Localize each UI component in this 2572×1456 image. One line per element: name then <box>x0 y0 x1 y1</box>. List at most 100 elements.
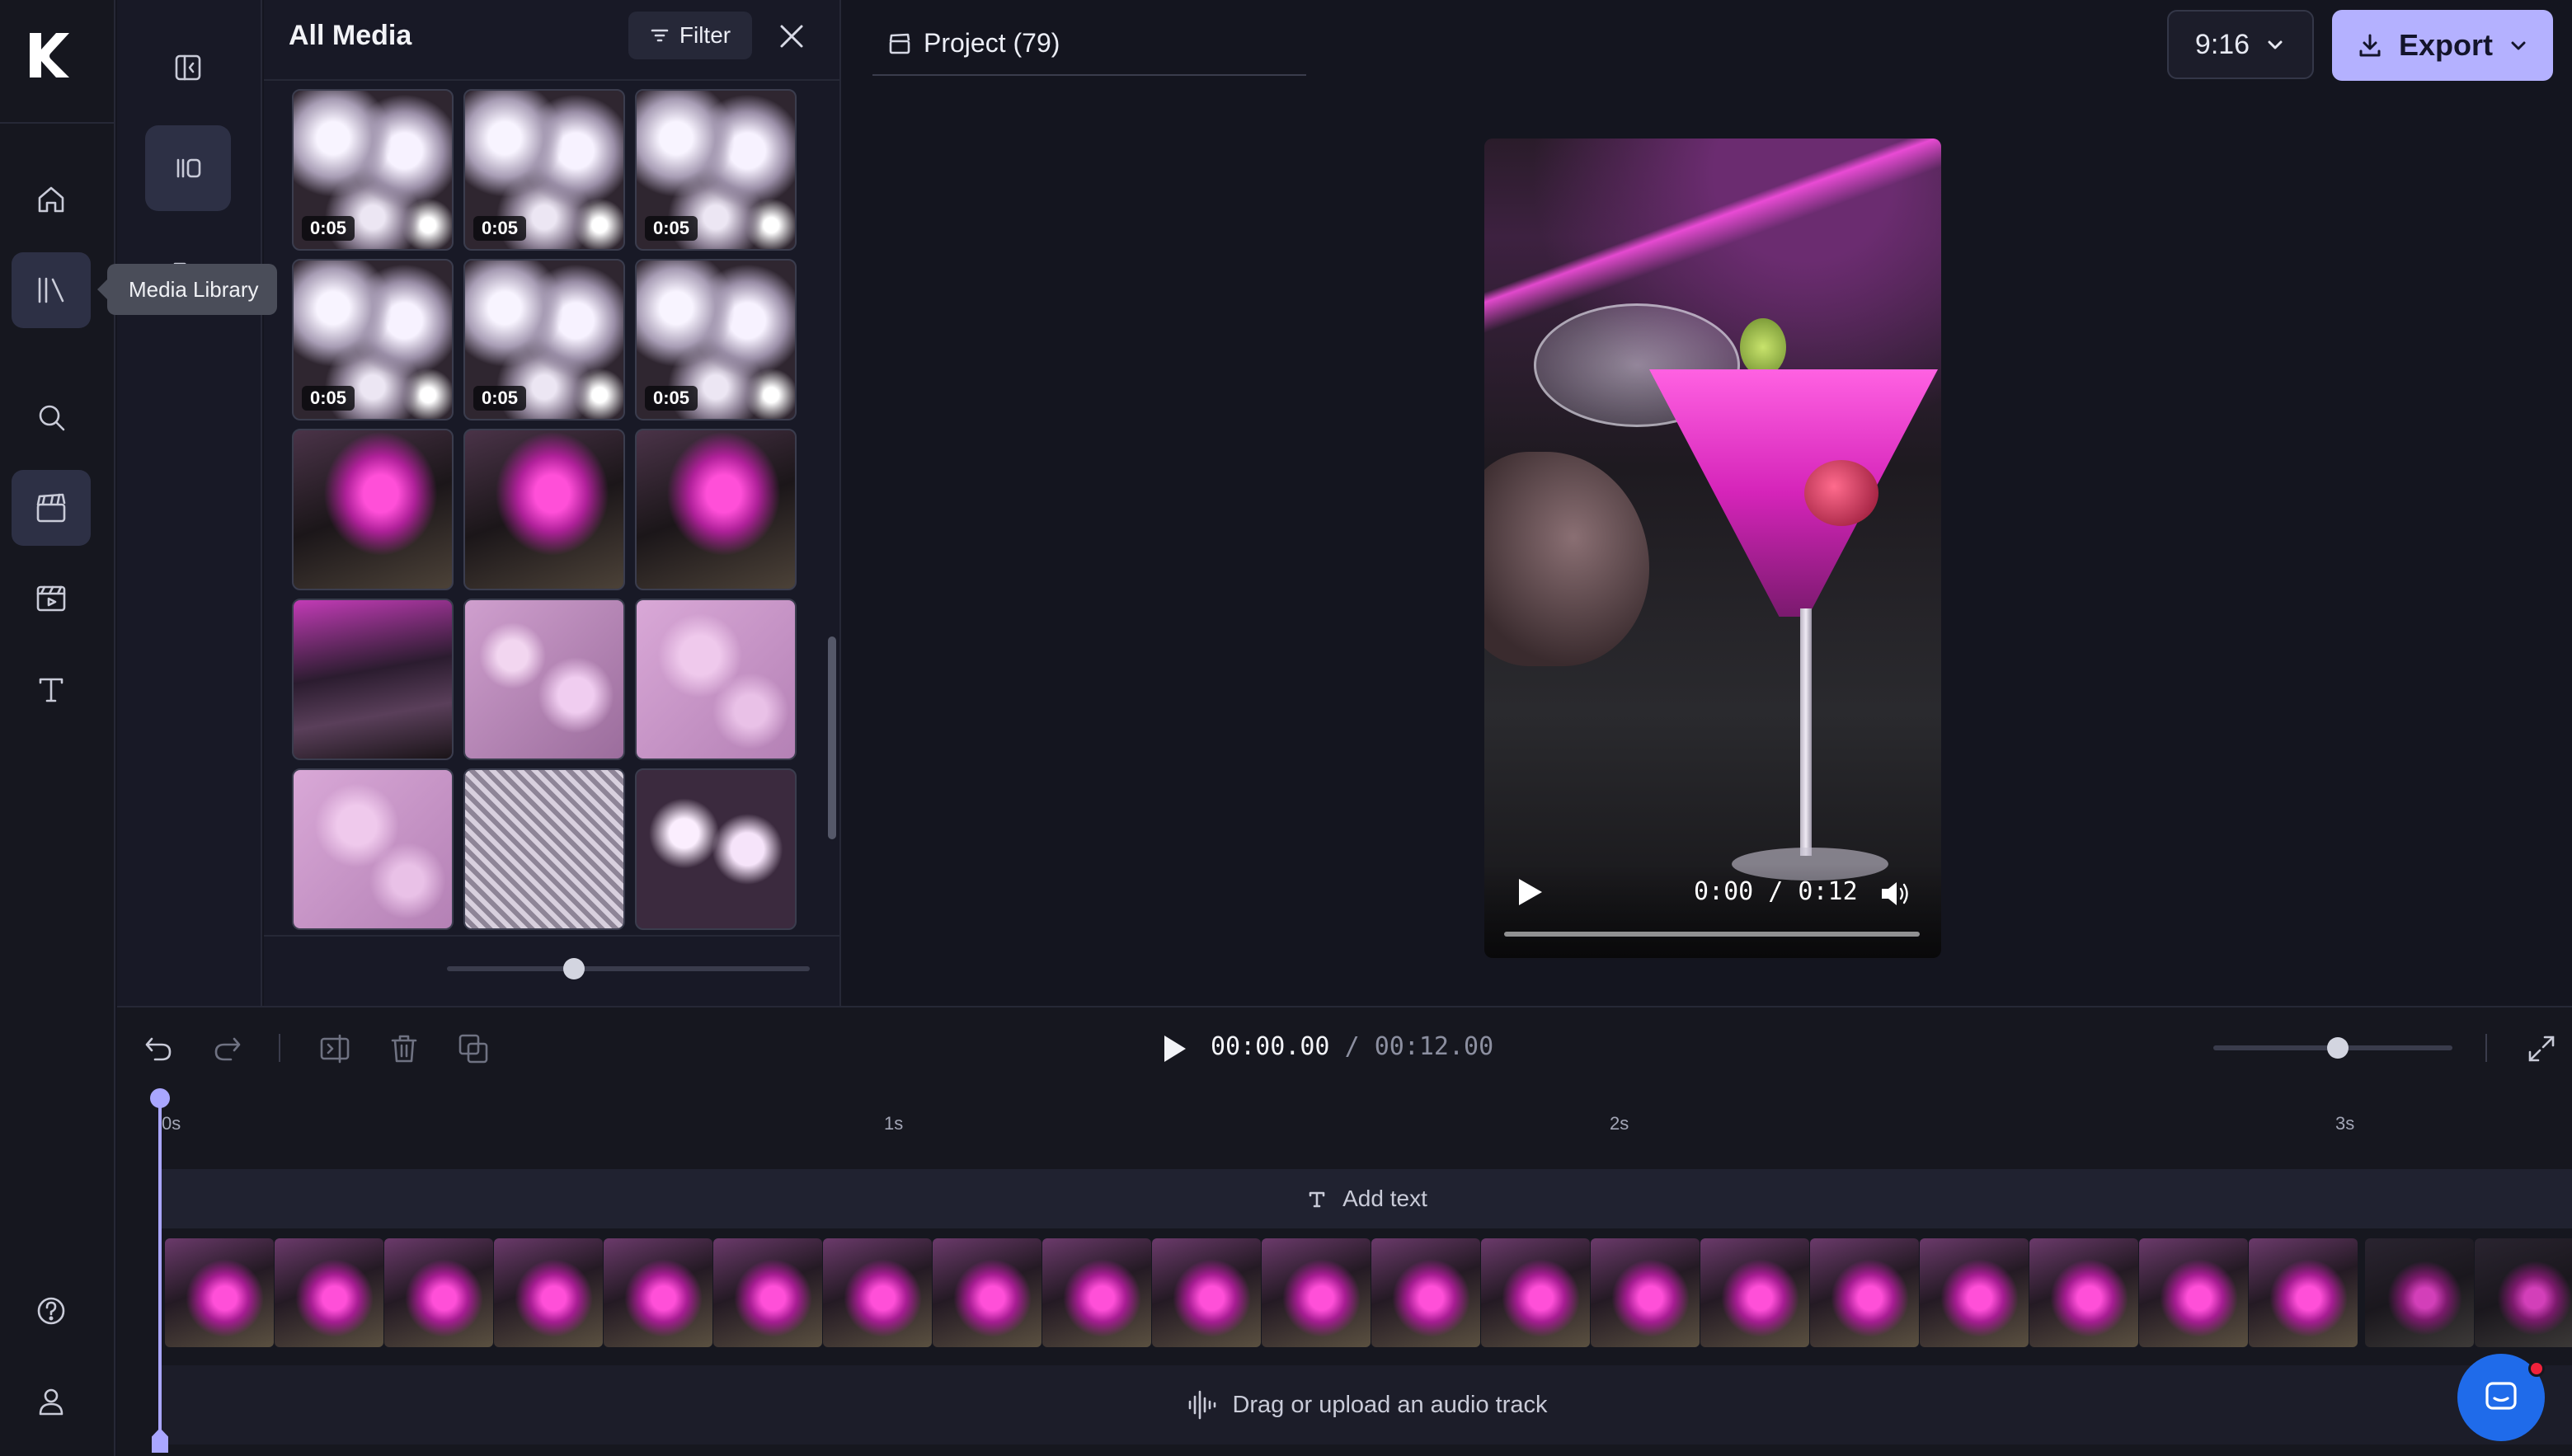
clapperboard-icon <box>889 33 910 54</box>
clip-frame <box>1810 1238 1919 1347</box>
media-thumbnail[interactable] <box>635 429 797 590</box>
aspect-ratio-dropdown[interactable]: 9:16 <box>2167 10 2314 79</box>
duration-badge: 0:05 <box>645 216 698 241</box>
media-thumbnail[interactable]: 0:05 <box>635 89 797 251</box>
export-button[interactable]: Export <box>2332 10 2553 81</box>
duplicate-icon[interactable] <box>455 1031 491 1067</box>
playhead-handle[interactable] <box>150 1088 170 1108</box>
clip-frame <box>275 1238 383 1347</box>
timeline: 00:00.00 / 00:12.00 0s 1s 2s 3s Add text… <box>117 1006 2572 1456</box>
preview-time: 0:00 / 0:12 <box>1694 877 1858 906</box>
clip-frame <box>713 1238 822 1347</box>
filter-label: Filter <box>679 22 731 48</box>
clip-frame <box>2249 1238 2358 1347</box>
tick-label: 3s <box>2335 1113 2355 1134</box>
fullscreen-icon[interactable] <box>2525 1032 2558 1065</box>
filter-icon <box>651 29 669 42</box>
media-thumbnail[interactable]: 0:05 <box>292 259 454 420</box>
user-icon[interactable] <box>12 1364 91 1440</box>
media-thumbnail[interactable]: 0:05 <box>292 89 454 251</box>
search-icon[interactable] <box>12 379 91 455</box>
play-icon[interactable] <box>1511 874 1547 910</box>
media-panel: All Media Filter 0:05 0:05 0:05 0:05 0:05 0:0… <box>264 0 841 1006</box>
clip-frame <box>604 1238 712 1347</box>
clip-frame <box>1920 1238 2029 1347</box>
duration-badge: 0:05 <box>473 386 527 411</box>
media-thumbnail[interactable] <box>292 768 454 930</box>
clip-frame <box>823 1238 932 1347</box>
clip-frame <box>1371 1238 1480 1347</box>
help-icon[interactable] <box>12 1273 91 1349</box>
panel-title: All Media <box>289 20 412 51</box>
media-thumbnail[interactable]: 0:05 <box>463 259 625 420</box>
video-preview[interactable]: 0:00 / 0:12 <box>1484 139 1941 958</box>
media-thumbnail[interactable] <box>463 429 625 590</box>
media-scrollbar[interactable] <box>828 636 836 839</box>
tick-label: 2s <box>1610 1113 1629 1134</box>
duration-badge: 0:05 <box>473 216 527 241</box>
clip-frame <box>2139 1238 2248 1347</box>
text-icon[interactable] <box>12 651 91 727</box>
timeline-time: 00:00.00 / 00:12.00 <box>1211 1032 1493 1061</box>
redo-icon[interactable] <box>209 1031 246 1067</box>
duration-badge: 0:05 <box>645 386 698 411</box>
secondary-rail <box>117 0 262 1006</box>
left-rail <box>0 0 115 1456</box>
notification-dot <box>2528 1360 2545 1377</box>
split-icon[interactable] <box>317 1031 353 1067</box>
media-thumbnail[interactable]: 0:05 <box>463 89 625 251</box>
trash-icon[interactable] <box>386 1031 422 1067</box>
current-time: 00:00.00 <box>1211 1032 1330 1061</box>
time-separator: / <box>1344 1032 1360 1061</box>
download-icon <box>2359 34 2381 57</box>
clip-frame <box>494 1238 603 1347</box>
waveform-icon <box>1189 1390 1216 1420</box>
collapse-panel-icon[interactable] <box>145 25 231 110</box>
thumbnail-size-handle[interactable] <box>563 958 585 979</box>
thumbnail-size-slider[interactable] <box>447 966 810 971</box>
media-thumbnail[interactable] <box>292 429 454 590</box>
tooltip: Media Library <box>97 264 277 315</box>
clip-frame <box>2029 1238 2138 1347</box>
media-thumbnail[interactable]: 0:05 <box>635 259 797 420</box>
clip-frame <box>2365 1238 2474 1347</box>
clip-frame <box>1262 1238 1371 1347</box>
film-icon[interactable] <box>12 561 91 636</box>
duration-badge: 0:05 <box>302 386 355 411</box>
total-time: 00:12.00 <box>1374 1032 1494 1061</box>
library-icon[interactable] <box>12 252 91 328</box>
home-icon[interactable] <box>12 162 91 237</box>
tick-label: 0s <box>162 1113 181 1134</box>
chat-icon <box>2485 1382 2517 1410</box>
duration-badge: 0:05 <box>302 216 355 241</box>
kapwing-logo[interactable] <box>25 30 73 81</box>
aspect-ratio-value: 9:16 <box>2194 28 2250 60</box>
project-name: Project (79) <box>924 28 1060 58</box>
filter-button[interactable]: Filter <box>628 12 752 59</box>
project-tab[interactable]: Project (79) <box>872 23 1306 76</box>
text-icon <box>1309 1191 1325 1208</box>
clip-frame <box>1042 1238 1151 1347</box>
media-thumbnail[interactable] <box>463 599 625 760</box>
export-label: Export <box>2398 28 2493 62</box>
close-icon[interactable] <box>773 18 810 54</box>
add-text-track[interactable]: Add text <box>162 1169 2572 1228</box>
chevron-down-icon <box>2268 40 2283 49</box>
all-media-icon[interactable] <box>145 125 231 211</box>
media-thumbnail[interactable] <box>635 768 797 930</box>
preview-progress-bar[interactable] <box>1504 932 1920 937</box>
playhead[interactable] <box>158 1090 162 1453</box>
clip-frame <box>1700 1238 1809 1347</box>
clip-frame <box>1591 1238 1700 1347</box>
timeline-zoom-handle[interactable] <box>2326 1037 2349 1059</box>
media-thumbnail[interactable] <box>292 599 454 760</box>
add-text-label: Add text <box>1342 1186 1427 1211</box>
volume-icon[interactable] <box>1877 876 1913 912</box>
audio-track[interactable]: Drag or upload an audio track <box>162 1365 2572 1444</box>
media-thumbnail[interactable] <box>463 768 625 930</box>
media-thumbnail[interactable] <box>635 599 797 760</box>
undo-icon[interactable] <box>140 1031 176 1067</box>
clapperboard-icon[interactable] <box>12 470 91 546</box>
play-icon[interactable] <box>1158 1032 1191 1065</box>
video-track[interactable] <box>165 1238 2572 1350</box>
